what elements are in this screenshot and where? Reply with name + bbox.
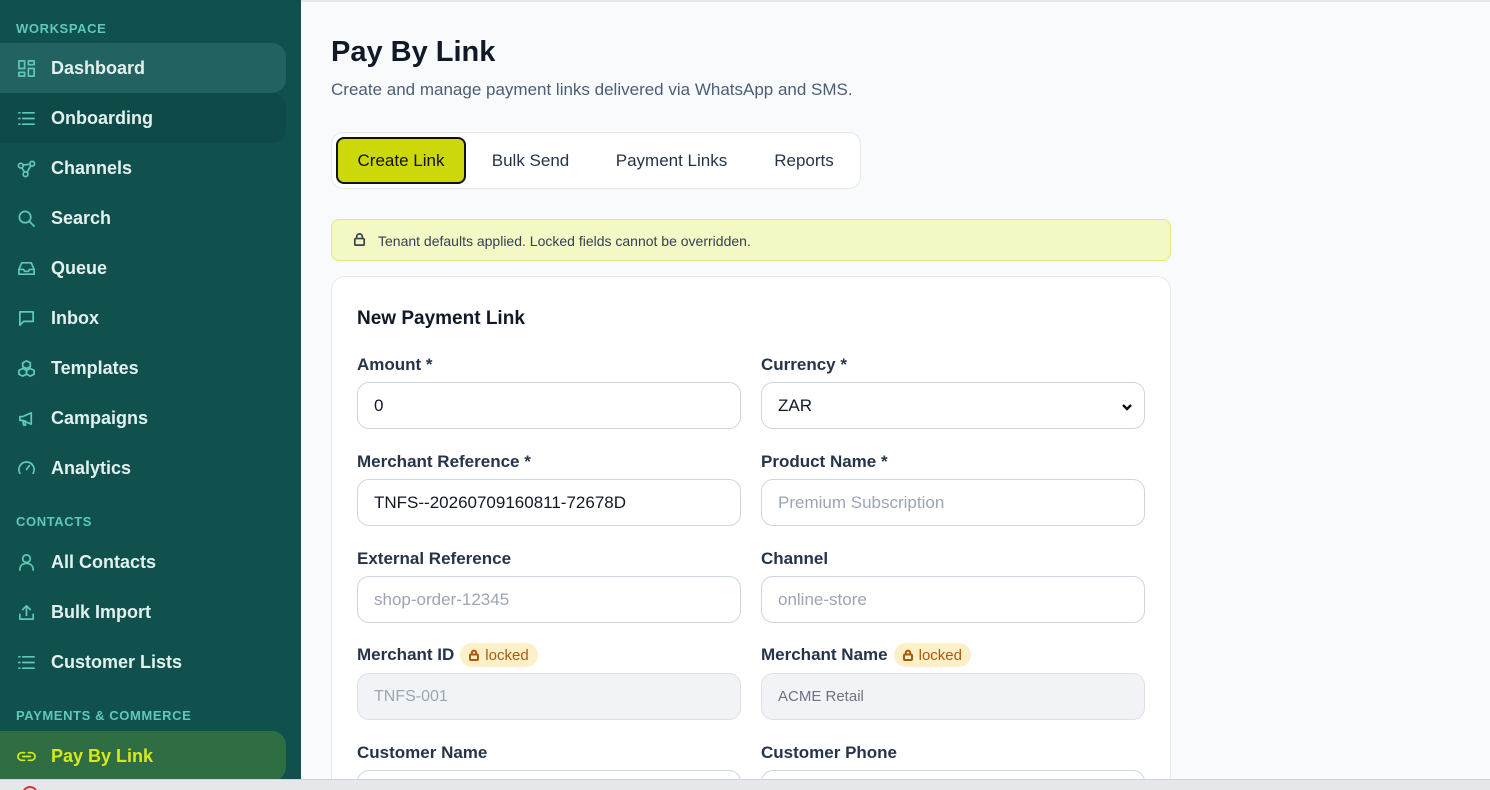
sidebar-item-all-contacts[interactable]: All Contacts (0, 537, 286, 587)
locked-badge: locked (893, 643, 971, 667)
locked-badge-text: locked (918, 646, 962, 664)
tab-bar: Create Link Bulk Send Payment Links Repo… (331, 132, 861, 189)
lock-icon (902, 649, 913, 661)
sidebar-item-label: All Contacts (51, 552, 157, 572)
sidebar-item-dashboard[interactable]: Dashboard (0, 43, 286, 93)
product-name-input[interactable]: Premium Subscription (761, 479, 1145, 526)
sidebar-item-bulk-import[interactable]: Bulk Import (0, 587, 286, 637)
currency-label: Currency * (761, 355, 847, 374)
amount-label: Amount * (357, 355, 433, 374)
sidebar-item-label: Pay By Link (51, 746, 154, 766)
gauge-icon (16, 458, 36, 478)
sidebar-item-label: Customer Lists (51, 652, 183, 672)
lock-icon (352, 232, 368, 248)
sidebar-item-label: Templates (51, 358, 139, 378)
sidebar-item-label: Analytics (51, 458, 132, 478)
cubes-icon (16, 358, 36, 378)
list-icon (16, 652, 36, 672)
page-subtitle: Create and manage payment links delivere… (331, 80, 853, 99)
merchant-id-input: TNFS-001 (357, 673, 741, 720)
sidebar-item-label: Channels (51, 158, 133, 178)
customer-phone-label: Customer Phone (761, 743, 898, 762)
merchant-reference-label: Merchant Reference * (357, 452, 531, 471)
external-reference-input[interactable]: shop-order-12345 (357, 576, 741, 623)
top-divider (301, 0, 1490, 2)
inbox-tray-icon (16, 258, 36, 278)
channel-input[interactable]: online-store (761, 576, 1145, 623)
sidebar-item-label: Bulk Import (51, 602, 152, 622)
sidebar-item-label: Onboarding (51, 108, 153, 128)
search-icon (16, 208, 36, 228)
chevron-down-icon (1120, 399, 1134, 413)
sidebar-item-templates[interactable]: Templates (0, 343, 286, 393)
channel-label: Channel (761, 549, 829, 568)
section-label-contacts: CONTACTS (16, 514, 93, 529)
sidebar-item-analytics[interactable]: Analytics (0, 443, 286, 493)
sidebar-item-pay-by-link[interactable]: Pay By Link (0, 731, 286, 779)
megaphone-icon (16, 408, 36, 428)
merchant-name-label: Merchant Name (761, 645, 888, 664)
upload-icon (16, 602, 36, 622)
user-icon (16, 552, 36, 572)
sidebar-item-queue[interactable]: Queue (0, 243, 286, 293)
link-icon (16, 746, 36, 766)
currency-select[interactable]: ZAR (761, 382, 1145, 429)
tab-reports[interactable]: Reports (760, 137, 848, 184)
merchant-id-label-row: Merchant ID locked (357, 643, 538, 667)
section-label-workspace: WORKSPACE (16, 21, 107, 36)
tenant-defaults-notice: Tenant defaults applied. Locked fields c… (331, 219, 1171, 261)
tab-payment-links[interactable]: Payment Links (600, 137, 743, 184)
list-icon (16, 108, 36, 128)
sidebar-item-onboarding[interactable]: Onboarding (0, 93, 286, 143)
sidebar-item-label: Search (51, 208, 112, 228)
locked-badge: locked (460, 643, 538, 667)
product-name-label: Product Name * (761, 452, 888, 471)
tab-bulk-send[interactable]: Bulk Send (477, 137, 584, 184)
merchant-reference-input[interactable]: TNFS--20260709160811-72678D (357, 479, 741, 526)
sidebar: WORKSPACE Dashboard Onboarding Channels … (0, 0, 301, 779)
sidebar-item-search[interactable]: Search (0, 193, 286, 243)
message-square-icon (16, 308, 36, 328)
external-reference-label: External Reference (357, 549, 512, 568)
sidebar-item-campaigns[interactable]: Campaigns (0, 393, 286, 443)
sidebar-item-label: Queue (51, 258, 108, 278)
merchant-name-label-row: Merchant Name locked (761, 643, 971, 667)
card-title: New Payment Link (357, 308, 525, 329)
merchant-name-input: ACME Retail (761, 673, 1145, 720)
sidebar-item-channels[interactable]: Channels (0, 143, 286, 193)
bottom-taskbar (0, 779, 1490, 790)
sidebar-item-customer-lists[interactable]: Customer Lists (0, 637, 286, 687)
notice-text: Tenant defaults applied. Locked fields c… (378, 233, 751, 249)
merchant-id-label: Merchant ID (357, 645, 455, 664)
network-icon (16, 158, 36, 178)
page-title: Pay By Link (331, 36, 496, 68)
customer-name-label: Customer Name (357, 743, 488, 762)
locked-badge-text: locked (485, 646, 529, 664)
amount-input[interactable]: 0 (357, 382, 741, 429)
lock-icon (469, 649, 480, 661)
sidebar-item-label: Inbox (51, 308, 99, 328)
grid-icon (16, 58, 36, 78)
sidebar-item-inbox[interactable]: Inbox (0, 293, 286, 343)
tab-create-link[interactable]: Create Link (336, 137, 466, 184)
section-label-payments: PAYMENTS & COMMERCE (16, 708, 192, 723)
currency-value: ZAR (778, 395, 812, 415)
sidebar-item-label: Dashboard (51, 58, 146, 78)
sidebar-item-label: Campaigns (51, 408, 149, 428)
